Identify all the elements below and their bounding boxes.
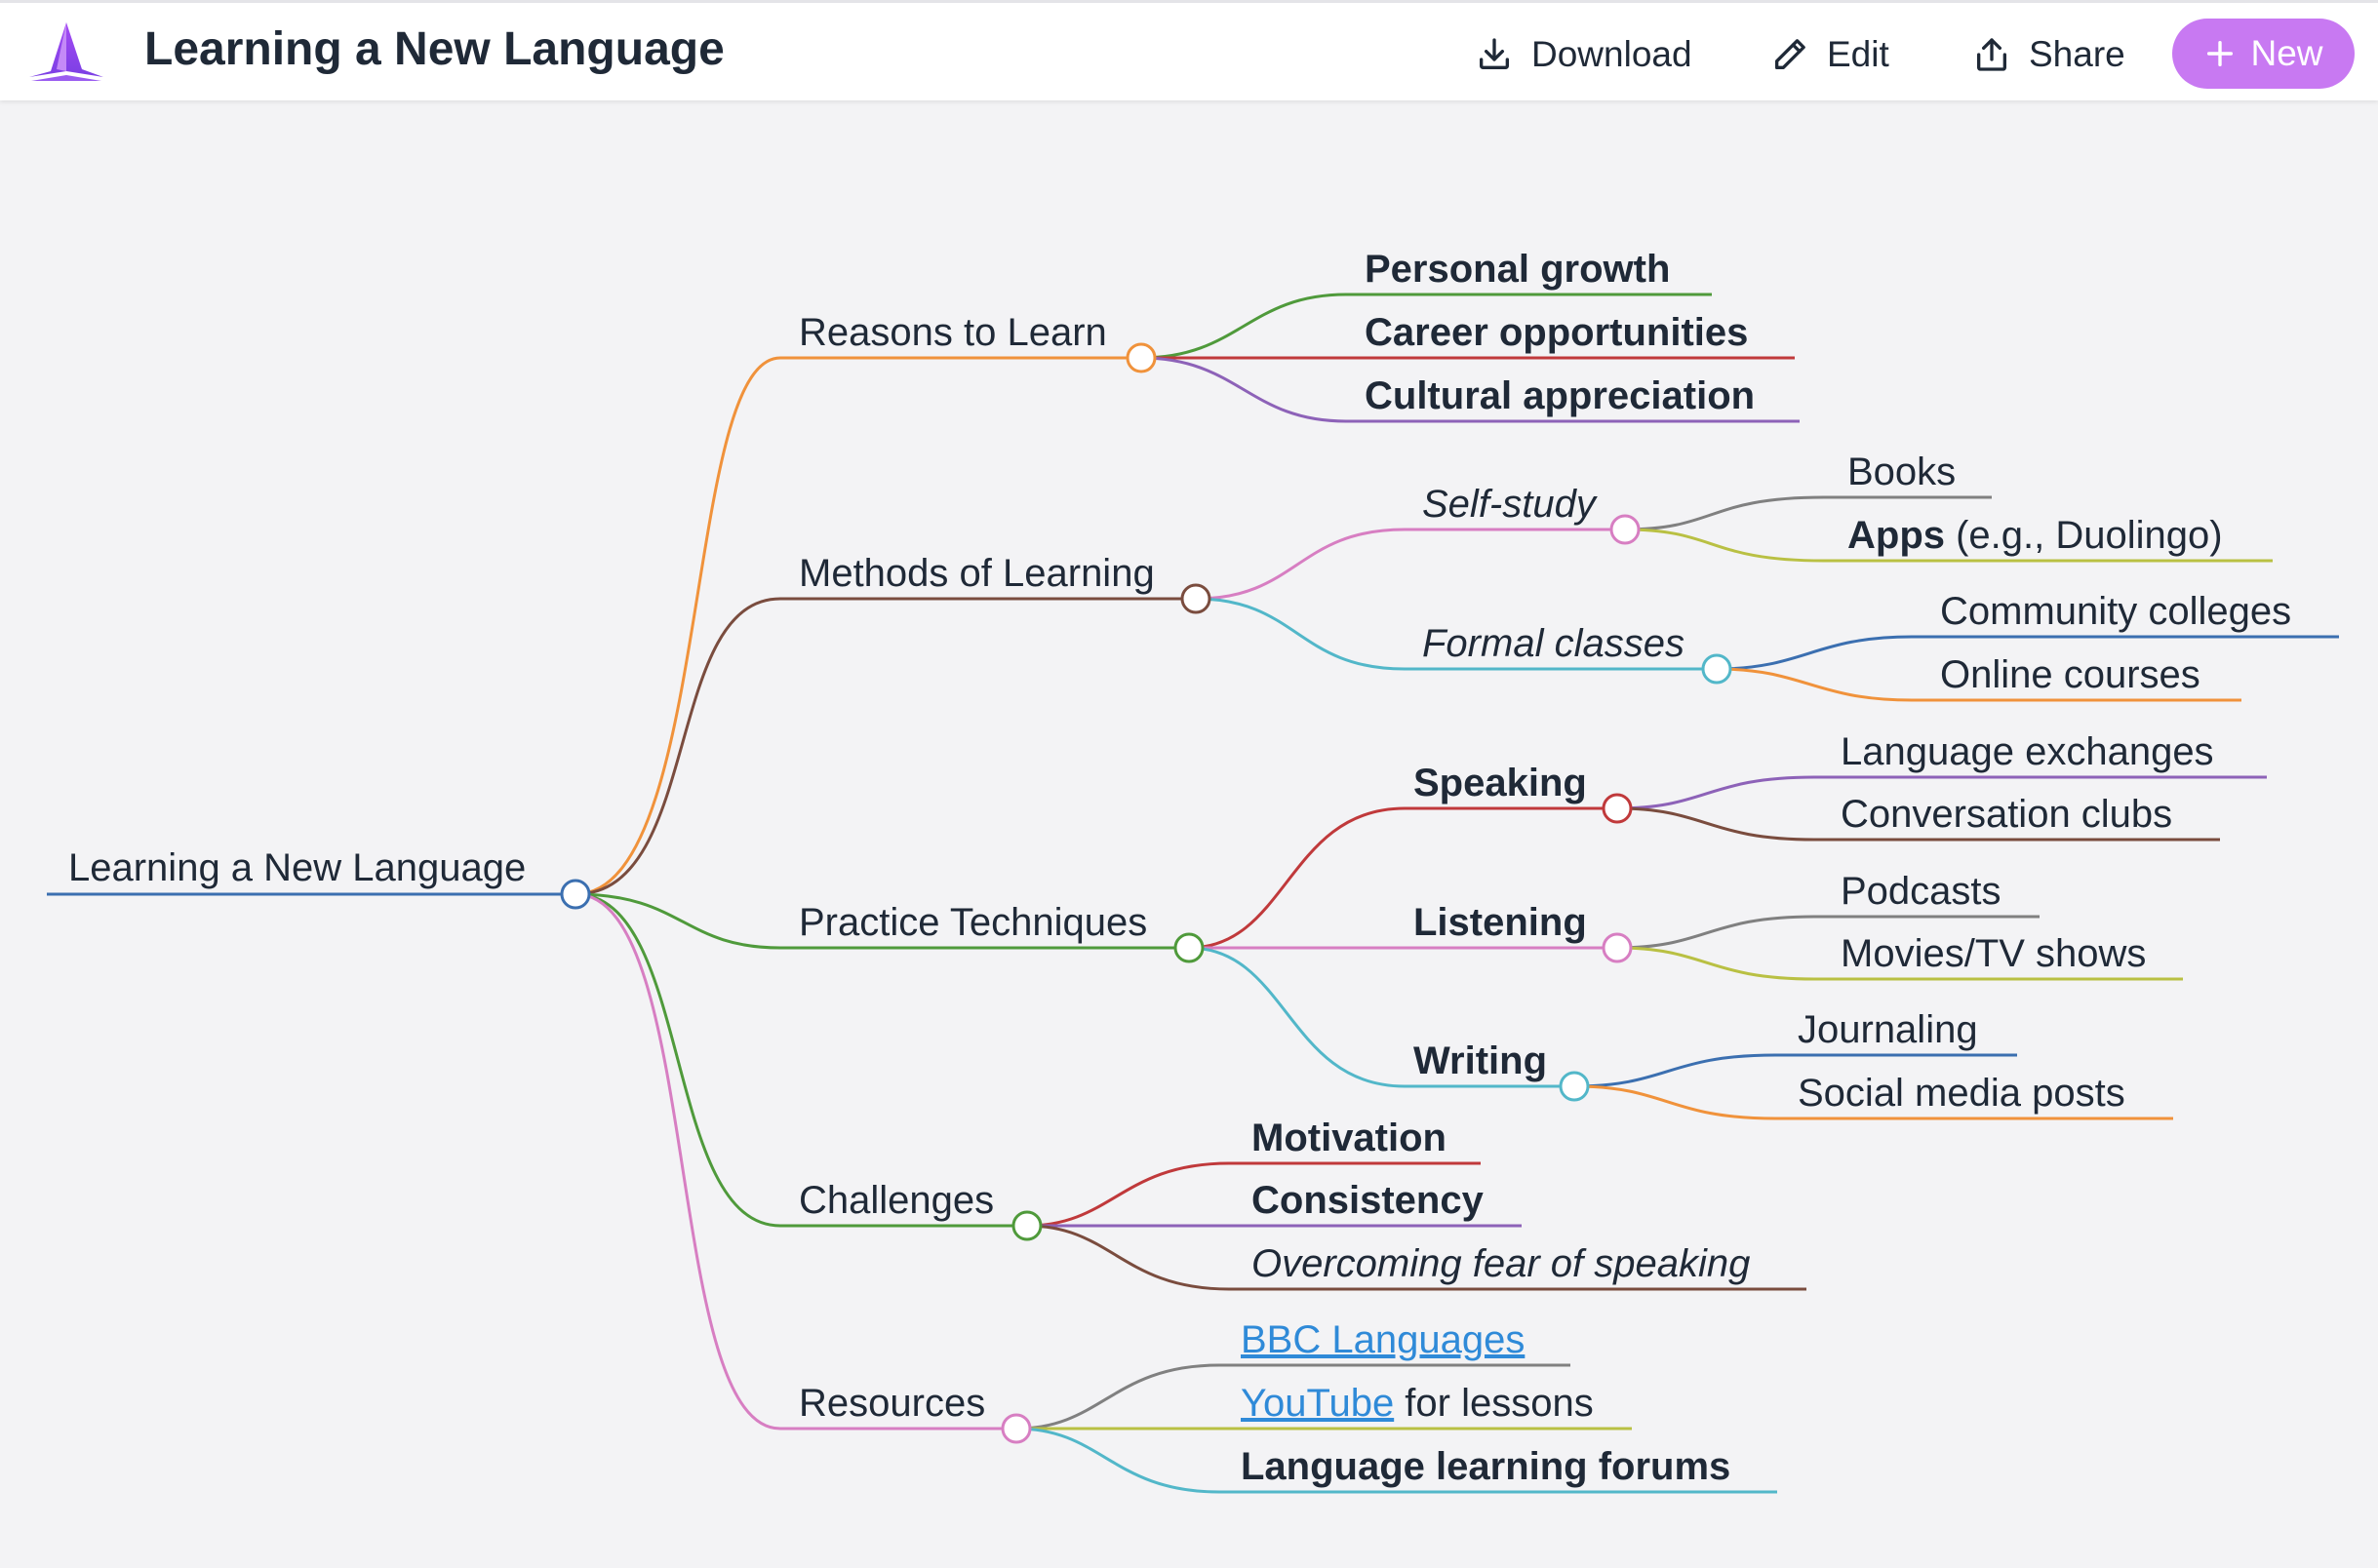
node-challenges: Challenges (799, 1179, 994, 1222)
node-root: Learning a New Language (68, 846, 526, 889)
node-consistency: Consistency (1251, 1179, 1485, 1222)
node-movies: Movies/TV shows (1841, 932, 2146, 975)
node-apps: Apps (e.g., Duolingo) (1847, 514, 2223, 557)
node-online-courses: Online courses (1940, 653, 2200, 696)
youtube-rest: for lessons (1394, 1382, 1594, 1425)
node-conversation-clubs: Conversation clubs (1841, 793, 2172, 836)
node-speaking: Speaking (1413, 762, 1587, 804)
node-cultural: Cultural appreciation (1365, 374, 1755, 417)
link-bbc-languages[interactable]: BBC Languages (1241, 1318, 1525, 1361)
node-motivation: Motivation (1251, 1117, 1447, 1159)
self-study-toggle[interactable] (1609, 514, 1641, 545)
node-listening: Listening (1413, 901, 1587, 944)
practice-toggle[interactable] (1173, 932, 1205, 963)
node-overcoming-fear: Overcoming fear of speaking (1251, 1242, 1750, 1285)
node-podcasts: Podcasts (1841, 870, 2001, 913)
node-practice: Practice Techniques (799, 901, 1147, 944)
mind-map: Learning a New Language Reasons to Learn… (47, 248, 2339, 1494)
node-personal-growth: Personal growth (1365, 248, 1670, 291)
apps-bold: Apps (1847, 514, 1945, 557)
writing-toggle[interactable] (1559, 1071, 1590, 1102)
node-forums: Language learning forums (1241, 1445, 1730, 1488)
node-books: Books (1847, 451, 1956, 493)
challenges-toggle[interactable] (1011, 1210, 1043, 1241)
link-youtube[interactable]: YouTube (1241, 1382, 1394, 1425)
node-resources: Resources (799, 1382, 985, 1425)
node-methods: Methods of Learning (799, 552, 1155, 595)
node-writing: Writing (1413, 1039, 1547, 1082)
edge-resources (575, 892, 1016, 1431)
resources-toggle[interactable] (1001, 1413, 1032, 1444)
node-reasons: Reasons to Learn (799, 311, 1107, 354)
node-career: Career opportunities (1365, 311, 1748, 354)
node-social-media: Social media posts (1798, 1072, 2125, 1115)
methods-toggle[interactable] (1180, 583, 1211, 614)
formal-classes-toggle[interactable] (1701, 653, 1732, 685)
reasons-toggle[interactable] (1126, 342, 1157, 373)
node-formal-classes: Formal classes (1422, 622, 1684, 665)
node-journaling: Journaling (1798, 1008, 1978, 1051)
edge-challenges (575, 892, 1027, 1228)
node-community-colleges: Community colleges (1940, 590, 2291, 633)
apps-rest: (e.g., Duolingo) (1945, 514, 2223, 557)
node-self-study: Self-study (1422, 483, 1599, 526)
edge-self-study (1195, 528, 1625, 601)
listening-toggle[interactable] (1602, 932, 1633, 963)
root-toggle[interactable] (560, 879, 591, 910)
node-language-exchanges: Language exchanges (1841, 730, 2214, 773)
node-youtube: YouTube for lessons (1241, 1382, 1594, 1425)
speaking-toggle[interactable] (1602, 793, 1633, 824)
